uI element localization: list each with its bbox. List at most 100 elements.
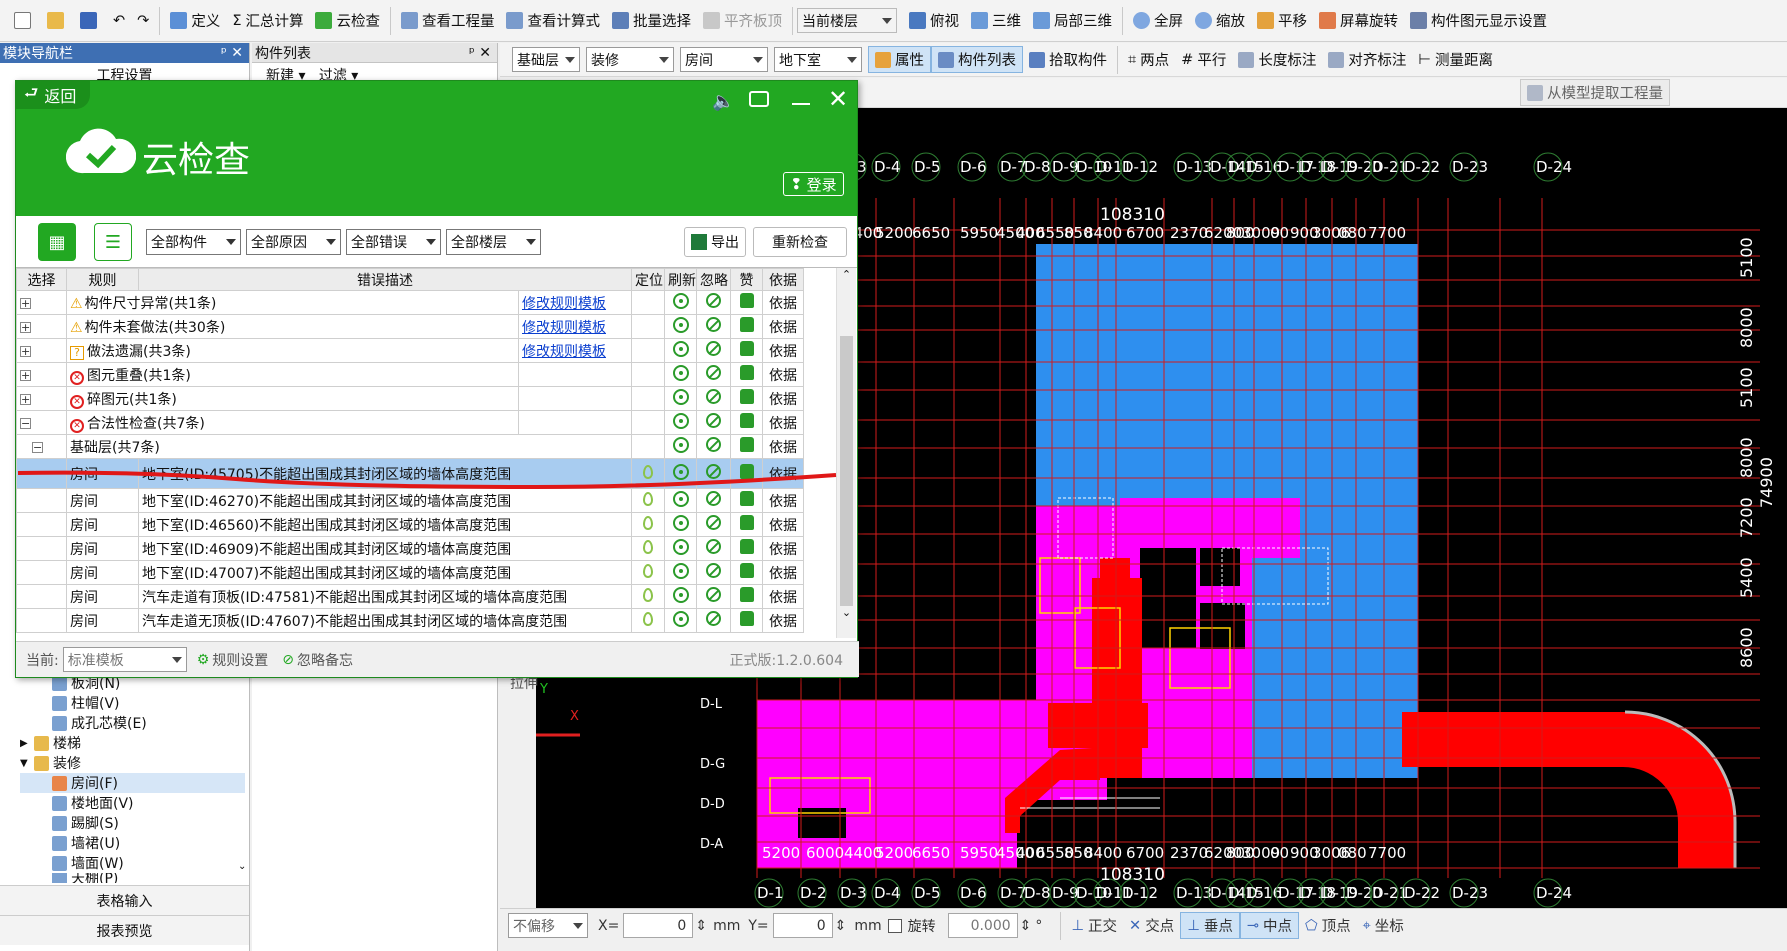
edit-template-link[interactable]: 修改规则模板 xyxy=(518,338,632,363)
expand-icon[interactable]: + xyxy=(20,321,31,333)
export-button[interactable]: 导出 xyxy=(684,227,746,257)
locate-cell[interactable] xyxy=(631,410,665,435)
new-icon[interactable] xyxy=(8,6,41,36)
view-formula-button[interactable]: 查看计算式 xyxy=(500,6,606,36)
refresh-icon[interactable] xyxy=(672,316,689,333)
error-row[interactable]: 房间 汽车走道无顶板(ID:47607)不能超出围成其封闭区域的墙体高度范围 依据 xyxy=(16,608,804,633)
refresh-cell[interactable] xyxy=(664,314,697,339)
length-dim-button[interactable]: 长度标注 xyxy=(1232,46,1322,73)
like-cell[interactable] xyxy=(730,314,763,339)
error-row[interactable]: 房间 地下室(ID:47007)不能超出围成其封闭区域的墙体高度范围 依据 xyxy=(16,560,804,585)
tree-item-ceiling[interactable]: 天棚(P) xyxy=(20,873,245,883)
speaker-icon[interactable]: 🔈 xyxy=(712,91,734,112)
filter-floor-select[interactable]: 全部楼层 xyxy=(446,229,541,255)
ignore-icon[interactable] xyxy=(706,317,721,332)
like-cell[interactable] xyxy=(730,608,763,633)
locate-cell[interactable] xyxy=(631,386,665,411)
rule-settings-button[interactable]: 规则设置 xyxy=(212,650,268,670)
midpoint-button[interactable]: ⊸ 中点 xyxy=(1239,912,1299,939)
fullscreen-button[interactable]: 全屏 xyxy=(1127,6,1189,36)
locate-cell[interactable] xyxy=(631,362,665,387)
y-stepper-icon[interactable]: ⇕ xyxy=(835,918,847,934)
filter-reason-select[interactable]: 全部原因 xyxy=(246,229,341,255)
expand-toggle[interactable]: + xyxy=(16,386,67,411)
expand-toggle[interactable]: − xyxy=(16,410,67,435)
refresh-icon[interactable] xyxy=(672,292,689,309)
minimize-icon[interactable] xyxy=(792,103,810,105)
refresh-cell[interactable] xyxy=(664,386,697,411)
ignore-icon[interactable] xyxy=(706,365,721,380)
expand-toggle[interactable]: + xyxy=(16,338,67,363)
locate-cell[interactable] xyxy=(631,314,665,339)
ignore-cell[interactable] xyxy=(696,434,731,459)
basis-cell[interactable]: 依据 xyxy=(762,386,804,411)
subgroup-toggle[interactable]: − xyxy=(16,434,67,459)
intersect-button[interactable]: ✕ 交点 xyxy=(1123,912,1180,939)
group-row[interactable]: + ⚠ 构件尺寸异常(共1条) 修改规则模板 依据 xyxy=(16,290,804,315)
basis-cell[interactable]: 依据 xyxy=(762,512,804,537)
ignore-cell[interactable] xyxy=(696,362,731,387)
thumbs-up-icon[interactable] xyxy=(739,563,754,578)
filter-error-select[interactable]: 全部错误 xyxy=(346,229,441,255)
component-list-button[interactable]: 构件列表 xyxy=(931,46,1023,73)
parallel-button[interactable]: # 平行 xyxy=(1175,46,1232,73)
refresh-cell[interactable] xyxy=(664,560,697,585)
thumbs-up-icon[interactable] xyxy=(739,437,754,452)
refresh-cell[interactable] xyxy=(664,536,697,561)
zoom-button[interactable]: 缩放 xyxy=(1189,6,1251,36)
group-row[interactable]: + ⚠ 构件未套做法(共30条) 修改规则模板 依据 xyxy=(16,314,804,339)
like-cell[interactable] xyxy=(730,410,763,435)
expand-icon[interactable]: + xyxy=(20,393,31,405)
x-input[interactable]: 0 xyxy=(623,913,694,938)
two-point-button[interactable]: ⌗ 两点 xyxy=(1122,46,1175,73)
basis-cell[interactable]: 依据 xyxy=(762,584,804,609)
ignore-icon[interactable] xyxy=(706,437,721,452)
like-cell[interactable] xyxy=(730,512,763,537)
define-button[interactable]: 定义 xyxy=(164,6,226,36)
basis-cell[interactable]: 依据 xyxy=(762,560,804,585)
ignore-cell[interactable] xyxy=(696,560,731,585)
edit-template-link[interactable] xyxy=(518,362,632,387)
ignore-icon[interactable] xyxy=(706,587,721,602)
group-row[interactable]: − ✕ 合法性检查(共7条) 依据 xyxy=(16,410,804,435)
table-input-button[interactable]: 表格输入 xyxy=(0,885,249,915)
refresh-cell[interactable] xyxy=(664,512,697,537)
tree-item-stairs[interactable]: ▶ 楼梯 xyxy=(20,733,245,753)
basis-cell[interactable]: 依据 xyxy=(762,314,804,339)
thumbs-up-icon[interactable] xyxy=(739,413,754,428)
like-cell[interactable] xyxy=(730,536,763,561)
layer-select[interactable]: 基础层 xyxy=(512,47,580,72)
measure-button[interactable]: ⊢ 测量距离 xyxy=(1412,46,1499,73)
error-row[interactable]: 房间 地下室(ID:46560)不能超出围成其封闭区域的墙体高度范围 依据 xyxy=(16,512,804,537)
category-select[interactable]: 装修 xyxy=(586,47,674,72)
refresh-cell[interactable] xyxy=(664,434,697,459)
login-button[interactable]: ❢ 登录 xyxy=(783,172,844,196)
thumbs-up-icon[interactable] xyxy=(739,515,754,530)
like-cell[interactable] xyxy=(730,584,763,609)
view-qty-button[interactable]: 查看工程量 xyxy=(395,6,501,36)
thumbs-up-icon[interactable] xyxy=(739,365,754,380)
locate-cell[interactable] xyxy=(631,608,665,633)
ortho-button[interactable]: ⊥ 正交 xyxy=(1065,912,1123,939)
group-row[interactable]: + ? 做法遗漏(共3条) 修改规则模板 依据 xyxy=(16,338,804,363)
basis-cell[interactable]: 依据 xyxy=(762,608,804,633)
report-preview-button[interactable]: 报表预览 xyxy=(0,915,249,945)
refresh-icon[interactable] xyxy=(672,562,689,579)
basis-cell[interactable]: 依据 xyxy=(762,362,804,387)
refresh-icon[interactable] xyxy=(672,388,689,405)
ignore-icon[interactable] xyxy=(706,293,721,308)
ignore-icon[interactable] xyxy=(706,389,721,404)
basis-cell[interactable]: 依据 xyxy=(762,290,804,315)
tree-item-core-mold[interactable]: 成孔芯模(E) xyxy=(20,713,245,733)
refresh-icon[interactable] xyxy=(672,610,689,627)
expand-toggle[interactable]: + xyxy=(16,362,67,387)
edit-template-link[interactable] xyxy=(518,386,632,411)
extract-button[interactable]: 从模型提取工程量 xyxy=(1520,79,1670,106)
pick-button[interactable]: 拾取构件 xyxy=(1023,46,1113,73)
like-cell[interactable] xyxy=(730,434,763,459)
ignore-cell[interactable] xyxy=(696,290,731,315)
subgroup-row[interactable]: − 基础层(共7条) 依据 xyxy=(16,434,804,459)
refresh-icon[interactable] xyxy=(672,364,689,381)
refresh-icon[interactable] xyxy=(672,436,689,453)
offset-mode-select[interactable]: 不偏移 xyxy=(508,913,588,938)
